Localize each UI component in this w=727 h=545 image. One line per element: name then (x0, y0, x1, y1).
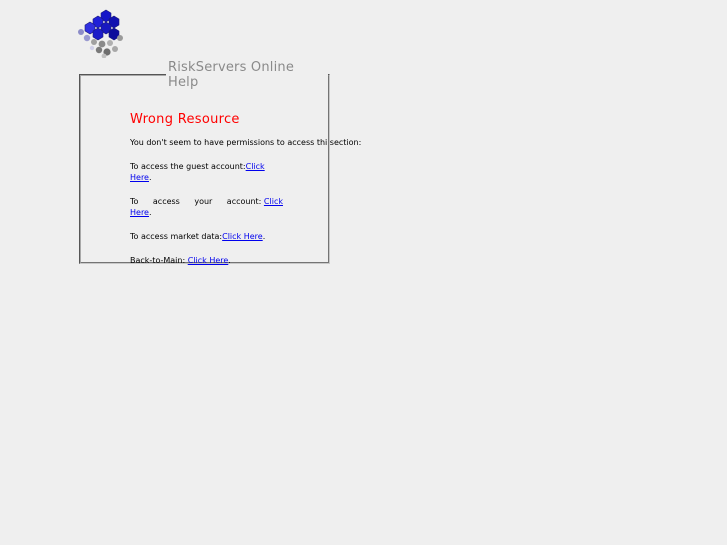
account-access-link-part2[interactable]: Here (130, 208, 149, 217)
help-content: Wrong Resource You don't seem to have pe… (130, 112, 430, 279)
hexagon-molecule-logo (78, 9, 123, 58)
back-to-main-line: Back-to-Main: Click Here. (130, 255, 283, 266)
account-access-line: To access your account: Click Here. (130, 196, 283, 218)
account-word-1: To (130, 197, 139, 206)
account-access-row: To access your account: Click (130, 196, 283, 207)
back-to-main-label: Back-to-Main: (130, 256, 188, 265)
back-to-main-suffix: . (228, 256, 231, 265)
help-box: RiskServers Online Help Wrong Resource Y… (79, 60, 361, 265)
guest-access-suffix: . (148, 173, 152, 182)
account-word-2: access (152, 197, 180, 206)
guest-access-label: To access the guest account: (130, 162, 246, 171)
account-word-4: account: Click (226, 197, 283, 206)
page: RiskServers Online Help Wrong Resource Y… (0, 0, 727, 545)
market-data-suffix: . (262, 232, 266, 241)
page-title: Wrong Resource (130, 112, 240, 127)
market-data-label: To access market data: (130, 232, 223, 241)
permission-message: You don't seem to have permissions to ac… (130, 138, 362, 147)
guest-access-line: To access the guest account:Click Here. (130, 161, 283, 183)
account-access-link-part1[interactable]: Click (264, 197, 283, 206)
back-to-main-link[interactable]: Click Here (188, 256, 229, 265)
account-access-suffix: . (148, 208, 152, 217)
help-box-legend: RiskServers Online Help (168, 60, 295, 90)
account-word-3: your (194, 197, 213, 206)
market-data-link[interactable]: Click Here (222, 232, 263, 241)
account-access-row-2: Here. (130, 207, 283, 218)
market-data-line: To access market data:Click Here. (130, 231, 283, 242)
